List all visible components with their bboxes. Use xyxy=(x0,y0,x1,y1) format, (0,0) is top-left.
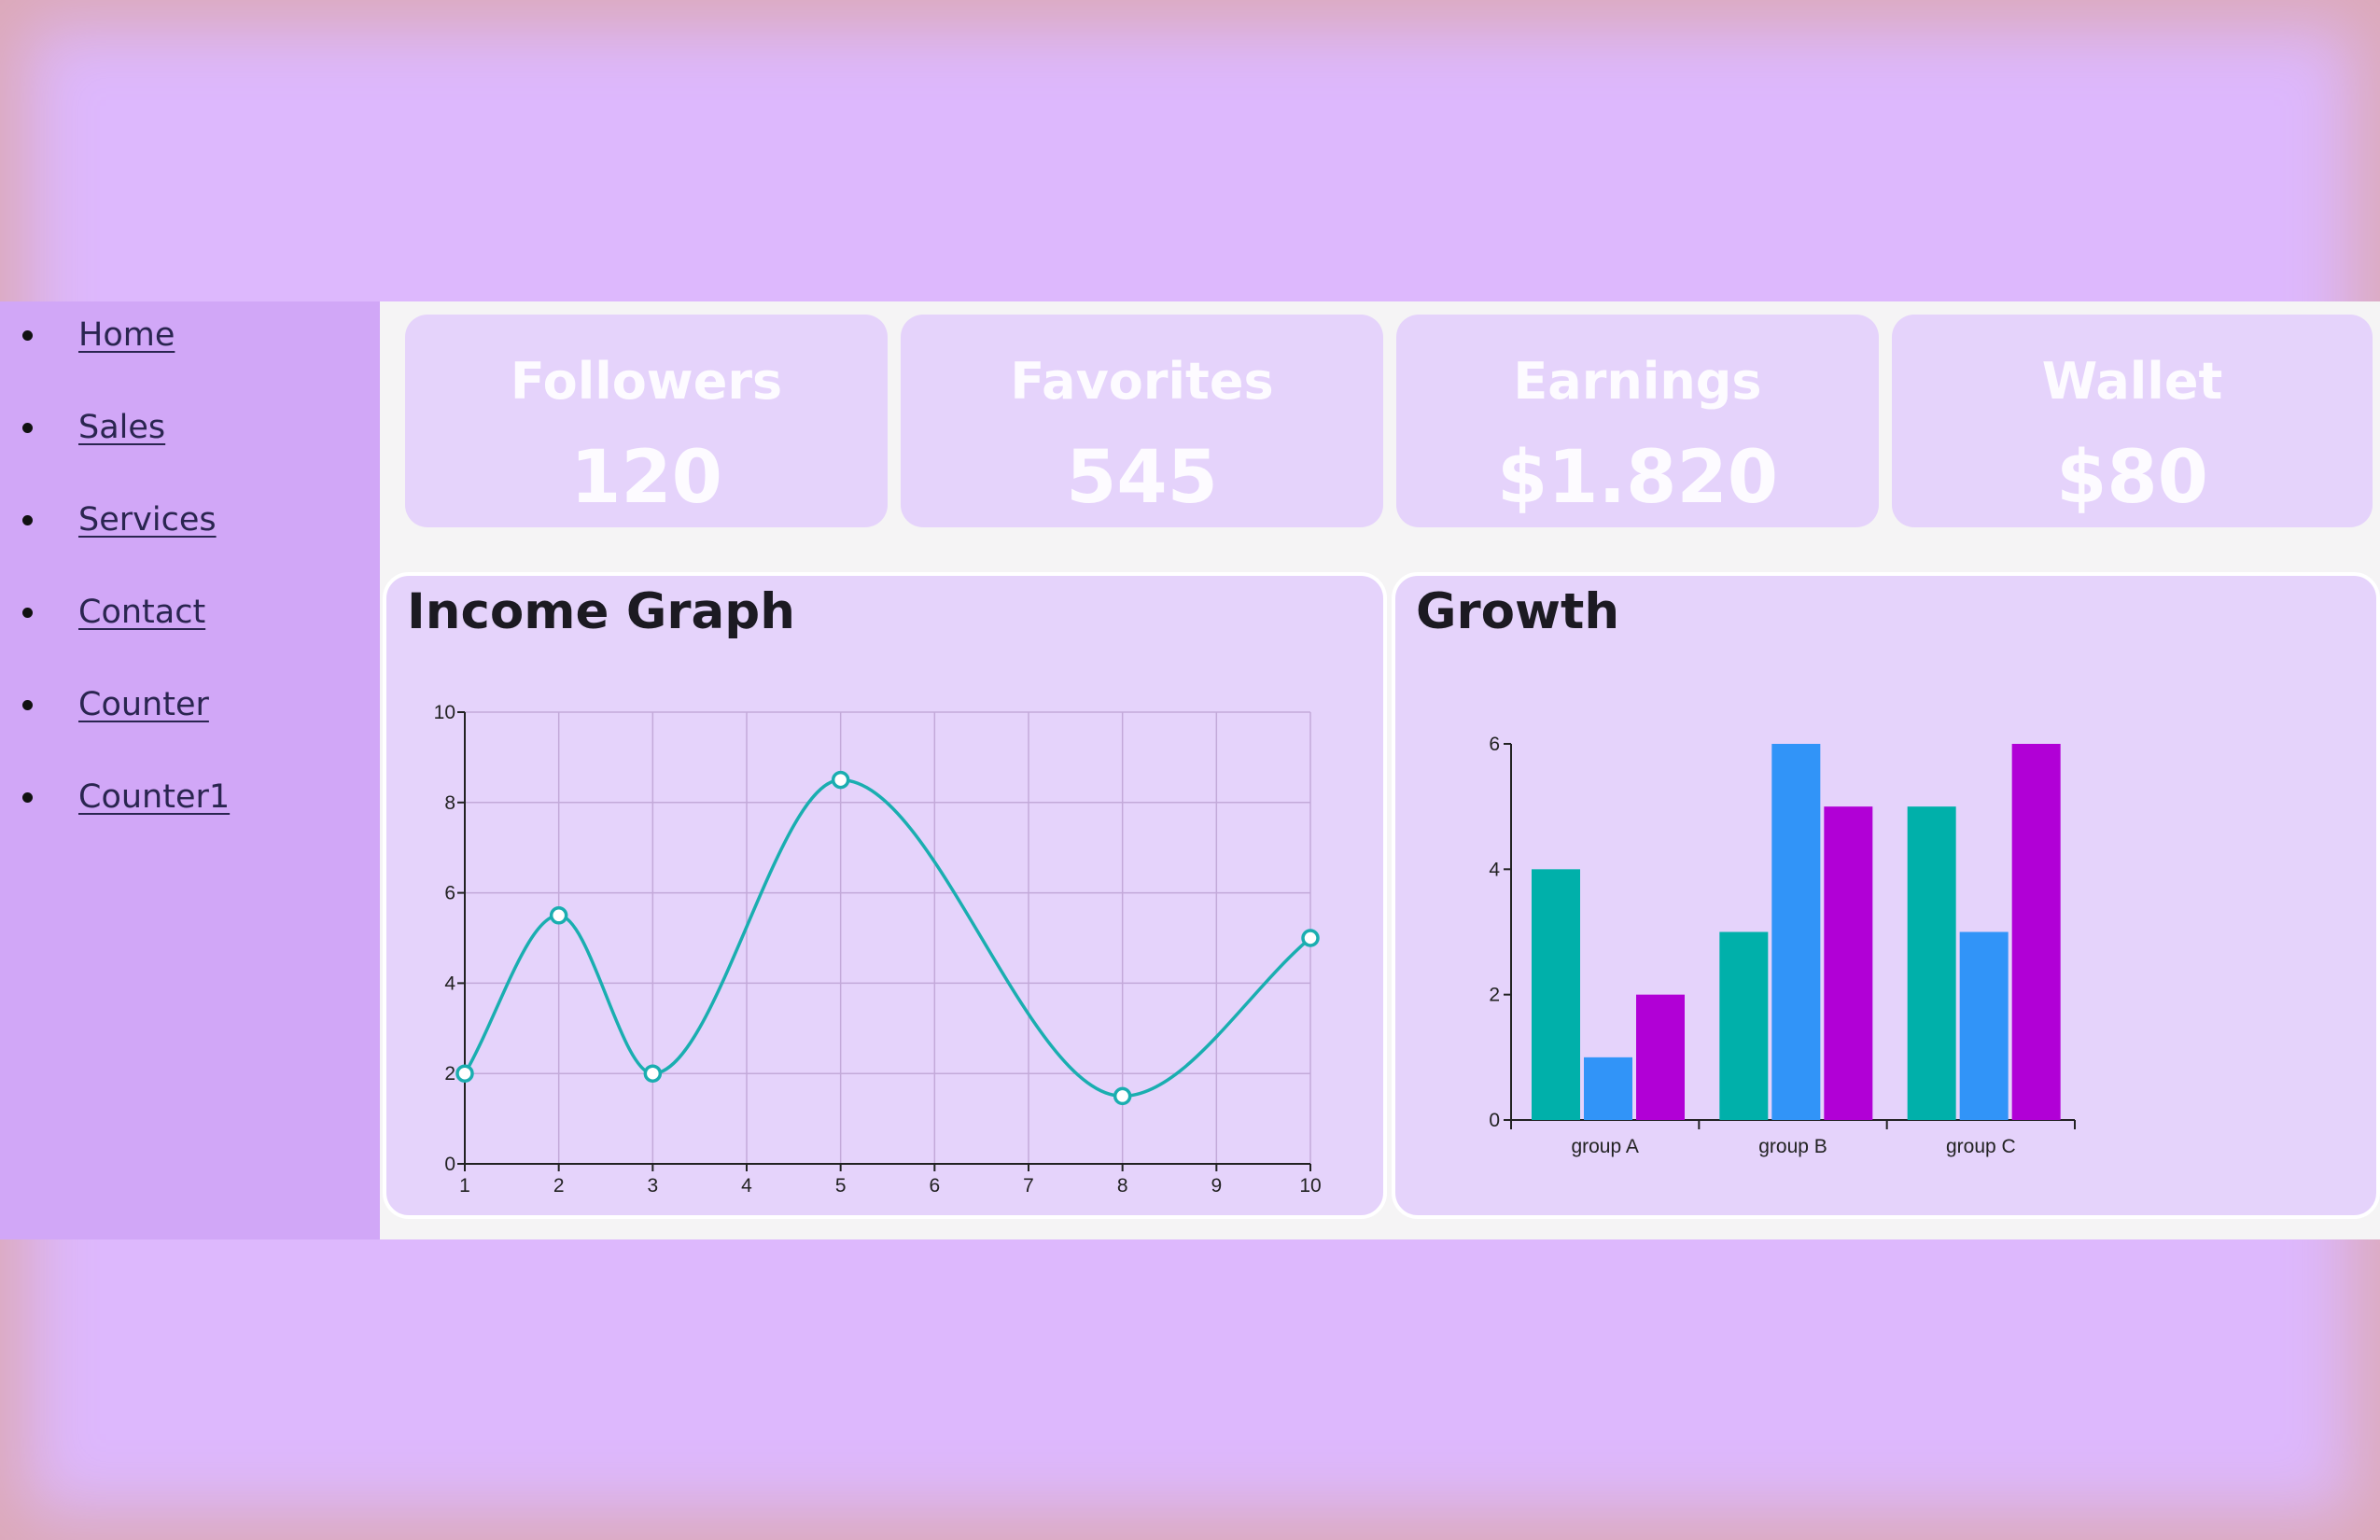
y-tick-label: 0 xyxy=(444,1154,455,1175)
stat-card-favorites: Favorites 545 xyxy=(901,315,1383,527)
y-tick-label: 6 xyxy=(1489,734,1500,755)
y-tick-label: 2 xyxy=(444,1063,455,1085)
stat-label: Followers xyxy=(510,352,783,411)
sidebar-item-counter: Counter xyxy=(0,677,380,733)
stat-value: 120 xyxy=(570,436,722,520)
bar xyxy=(1824,806,1873,1120)
bullet-icon xyxy=(22,422,33,433)
x-tick-label: 7 xyxy=(1023,1175,1034,1197)
header-banner xyxy=(0,0,2380,301)
stat-card-wallet: Wallet $80 xyxy=(1892,315,2373,527)
stat-card-followers: Followers 120 xyxy=(405,315,888,527)
bar xyxy=(1771,744,1821,1120)
income-line-chart: 02468101 2 3 4 5 6 7 8 9 10 xyxy=(434,702,1322,1197)
x-tick-label: group A xyxy=(1571,1136,1638,1157)
y-tick-label: 4 xyxy=(444,973,455,994)
bar xyxy=(1532,869,1580,1120)
y-tick-label: 4 xyxy=(1489,859,1500,880)
y-tick-label: 6 xyxy=(444,883,455,904)
nav-link-services[interactable]: Services xyxy=(78,501,217,539)
bar xyxy=(1959,931,2009,1120)
stat-card-earnings: Earnings $1.820 xyxy=(1396,315,1879,527)
stat-value: 545 xyxy=(1066,436,1218,520)
x-tick-label: 8 xyxy=(1117,1175,1128,1197)
stat-value: $1.820 xyxy=(1497,436,1778,520)
data-point xyxy=(455,1064,474,1083)
x-tick-label: 5 xyxy=(835,1175,847,1197)
nav-link-counter[interactable]: Counter xyxy=(78,686,209,723)
x-tick-label: 3 xyxy=(647,1175,658,1197)
bar xyxy=(1907,806,1956,1120)
nav-link-counter1[interactable]: Counter1 xyxy=(78,778,230,816)
y-tick-label: 0 xyxy=(1489,1110,1500,1131)
sidebar-item-home: Home xyxy=(0,307,380,363)
stat-label: Earnings xyxy=(1513,352,1762,411)
bullet-icon xyxy=(22,607,33,618)
sidebar: Home Sales Services Contact Counter Coun… xyxy=(0,301,380,1239)
x-tick-label: 9 xyxy=(1211,1175,1222,1197)
sidebar-item-services: Services xyxy=(0,492,380,548)
data-point xyxy=(1113,1086,1132,1106)
bar xyxy=(1636,994,1685,1120)
stat-value: $80 xyxy=(2056,436,2208,520)
x-tick-label: 4 xyxy=(741,1175,752,1197)
sidebar-item-sales: Sales xyxy=(0,399,380,455)
data-point xyxy=(549,906,568,925)
y-tick-label: 8 xyxy=(444,792,455,814)
data-point xyxy=(1301,929,1320,947)
y-tick-label: 2 xyxy=(1489,985,1500,1006)
x-tick-label: 2 xyxy=(553,1175,565,1197)
x-tick-label: 1 xyxy=(459,1175,470,1197)
income-graph-card: Income Graph 0 2 4 6 8 10 1 2 3 4 5 6 7 8 9 10 xyxy=(383,572,1387,1219)
bar xyxy=(1719,931,1769,1120)
y-tick-label: 10 xyxy=(434,702,455,723)
data-point xyxy=(831,770,850,790)
bar xyxy=(2011,744,2061,1120)
x-tick-label: 10 xyxy=(1299,1175,1321,1197)
stat-label: Wallet xyxy=(2041,352,2223,411)
growth-card: Growth 0 2 4 6 group Agroup Bgroup C xyxy=(1392,572,2380,1219)
x-tick-label: 6 xyxy=(929,1175,940,1197)
sidebar-item-counter1: Counter1 xyxy=(0,769,380,825)
bullet-icon xyxy=(22,791,33,803)
x-tick-label: group C xyxy=(1946,1136,2016,1157)
nav-link-contact[interactable]: Contact xyxy=(78,594,205,631)
bullet-icon xyxy=(22,514,33,525)
nav-link-sales[interactable]: Sales xyxy=(78,409,165,446)
stat-label: Favorites xyxy=(1010,352,1274,411)
growth-bar-chart: 0 2 4 6 group A group B group C xyxy=(1489,734,2076,1157)
bullet-icon xyxy=(22,329,33,341)
sidebar-item-contact: Contact xyxy=(0,584,380,640)
bullet-icon xyxy=(22,699,33,710)
data-point xyxy=(643,1064,663,1083)
bar xyxy=(1584,1057,1632,1120)
nav-link-home[interactable]: Home xyxy=(78,316,175,354)
series-line xyxy=(463,777,1312,1099)
x-tick-label: group B xyxy=(1758,1136,1827,1157)
